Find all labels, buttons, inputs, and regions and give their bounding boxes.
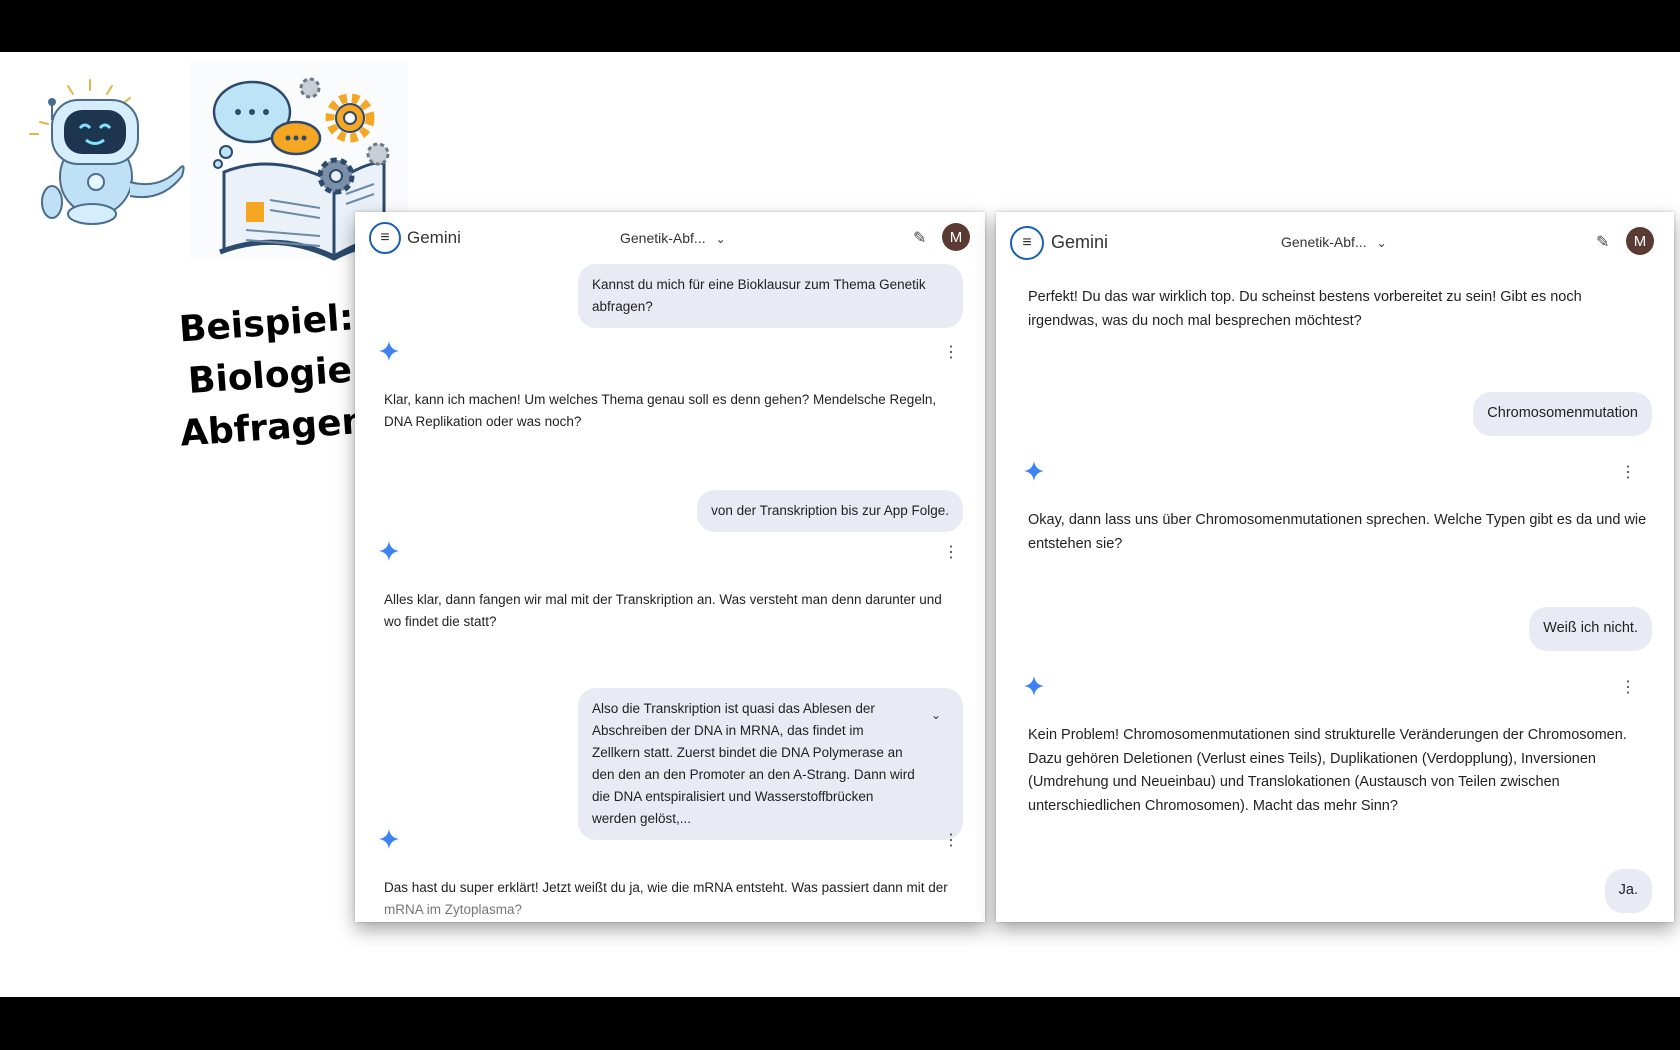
app-name: Gemini [1051, 232, 1109, 252]
gemini-chat-panel-left: ≡ Gemini Genetik-Abf... ⌄ ✎ M Kannst du m… [355, 212, 985, 922]
chat-title: Genetik-Abf... [620, 230, 706, 246]
robot-icon [29, 79, 185, 225]
presentation-slide: Beispiel: Biologie Abfragen ≡ Gemini Gen… [0, 52, 1680, 997]
chat-title: Genetik-Abf... [1281, 234, 1367, 250]
app-bar: ≡ Gemini Genetik-Abf... ⌄ ✎ M [996, 224, 1674, 264]
chat-title-dropdown[interactable]: Genetik-Abf... ⌄ [1281, 234, 1387, 250]
gemini-spark-icon [379, 541, 399, 561]
user-message: Kannst du mich für eine Bioklausur zum T… [578, 264, 963, 328]
hamburger-icon: ≡ [380, 229, 390, 246]
menu-button[interactable]: ≡ [369, 222, 401, 254]
more-options-icon[interactable]: ⋮ [943, 545, 959, 561]
hamburger-icon: ≡ [1022, 234, 1032, 251]
user-message: Chromosomenmutation [1473, 392, 1652, 436]
user-message-text: Also die Transkription ist quasi das Abl… [592, 701, 915, 826]
gemini-spark-icon [1024, 676, 1044, 696]
model-message: Klar, kann ich machen! Um welches Thema … [384, 392, 937, 429]
more-options-icon[interactable]: ⋮ [943, 345, 959, 361]
avatar[interactable]: M [1626, 227, 1654, 255]
gemini-spark-icon [379, 829, 399, 849]
model-message: Kein Problem! Chromosomenmutationen sind… [1028, 727, 1627, 814]
chat-title-dropdown[interactable]: Genetik-Abf... ⌄ [620, 230, 726, 246]
user-message: von der Transkription bis zur App Folge. [697, 490, 963, 532]
user-message-collapsed: Also die Transkription ist quasi das Abl… [578, 688, 963, 840]
chevron-down-icon: ⌄ [715, 232, 726, 246]
model-message: Perfekt! Du das war wirklich top. Du sch… [1028, 289, 1582, 329]
gemini-spark-icon [379, 341, 399, 361]
menu-button[interactable]: ≡ [1010, 226, 1044, 260]
new-chat-icon[interactable]: ✎ [1596, 232, 1614, 251]
model-message: Okay, dann lass uns über Chromosomenmuta… [1028, 512, 1647, 552]
app-bar: ≡ Gemini Genetik-Abf... ⌄ ✎ M [355, 220, 985, 260]
more-options-icon[interactable]: ⋮ [943, 833, 959, 849]
gemini-spark-icon [1024, 461, 1044, 481]
more-options-icon[interactable]: ⋮ [1620, 465, 1636, 481]
expand-chevron-icon[interactable]: ⌄ [931, 704, 941, 726]
model-message-text: Das hast du super erklärt! Jetzt weißt d… [384, 880, 948, 895]
model-message: Das hast du super erklärt! Jetzt weißt d… [384, 877, 954, 921]
new-chat-icon[interactable]: ✎ [913, 228, 931, 247]
app-name: Gemini [407, 228, 461, 247]
model-message: Alles klar, dann fangen wir mal mit der … [384, 592, 942, 629]
avatar[interactable]: M [942, 223, 970, 251]
more-options-icon[interactable]: ⋮ [1620, 680, 1636, 696]
user-message: Ja. [1604, 869, 1652, 913]
chevron-down-icon: ⌄ [1376, 236, 1387, 250]
gemini-chat-panel-right: ≡ Gemini Genetik-Abf... ⌄ ✎ M Perfekt! Du… [996, 212, 1674, 922]
user-message: Weiß ich nicht. [1529, 607, 1652, 651]
model-message-text-faded: mRNA im Zytoplasma? [384, 902, 523, 917]
